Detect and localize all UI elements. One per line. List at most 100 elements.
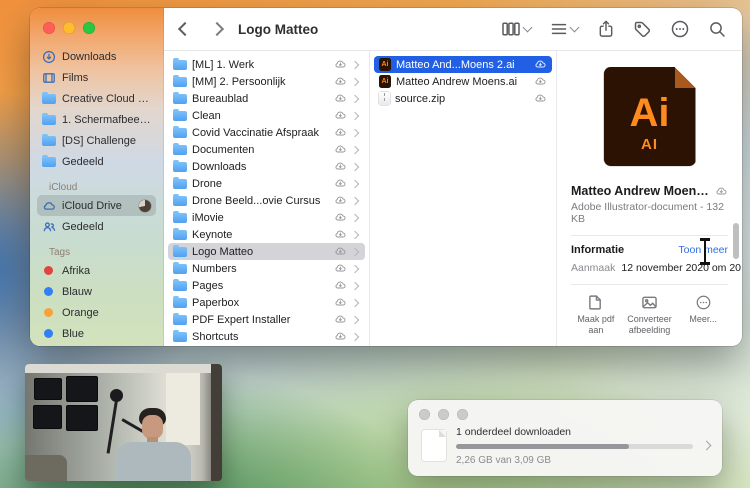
desktop: Downloads Films Creative Cloud Files 1. … (0, 0, 750, 488)
preview-file-name-row: Matteo Andrew Moens 2.ai (571, 184, 728, 198)
chevron-right-icon (350, 315, 360, 324)
folder-row[interactable]: PDF Expert Installer (168, 311, 365, 328)
folder-row[interactable]: Drone Beeld...ovie Cursus (168, 192, 365, 209)
folder-label: Drone Beeld...ovie Cursus (192, 194, 321, 207)
convert-image-button[interactable]: Converteer afbeelding (625, 295, 675, 336)
folder-row[interactable]: Shortcuts (168, 328, 365, 345)
folder-row[interactable]: Pages (168, 277, 365, 294)
sidebar-tag-orange[interactable]: Orange (37, 302, 156, 323)
sidebar-item-icloud-gedeeld[interactable]: Gedeeld (37, 216, 156, 237)
chevron-right-icon (350, 264, 360, 273)
cloud-download-icon (335, 315, 346, 323)
file-row[interactable]: source.zip (374, 90, 552, 107)
close-button[interactable] (43, 22, 55, 34)
folder-icon (173, 279, 187, 291)
quick-actions: Maak pdf aan Converteer afbeelding Meer.… (571, 287, 728, 338)
folder-row[interactable]: Numbers (168, 260, 365, 277)
chair (25, 455, 67, 481)
tag-dot-blue (44, 287, 53, 296)
chevron-right-icon (209, 21, 225, 37)
folder-row[interactable]: [MM] 2. Persoonlijk (168, 73, 365, 90)
window-title: Logo Matteo (238, 21, 319, 37)
folder-row[interactable]: Keynote (168, 226, 365, 243)
chevron-left-icon (177, 21, 193, 37)
more-options-button[interactable] (671, 20, 689, 38)
cloud-download-icon (335, 247, 346, 255)
ceiling (25, 364, 222, 373)
folder-row[interactable]: Bureaublad (168, 90, 365, 107)
preview-pane: Ai AI Matteo Andrew Moens 2.ai Adobe Ill… (557, 51, 742, 346)
cloud-download-icon (335, 94, 346, 102)
more-icon (696, 296, 711, 310)
tags-button[interactable] (634, 21, 651, 38)
folder-row-selected[interactable]: Logo Matteo (168, 243, 365, 260)
file-row-selected[interactable]: Ai Matteo And...Moens 2.ai (374, 56, 552, 73)
folder-label: Logo Matteo (192, 245, 254, 258)
created-label: Aanmaak (571, 262, 616, 275)
folder-icon (173, 160, 187, 172)
sidebar-item-schermafbeeldingen[interactable]: 1. Schermafbeeldi... (37, 109, 156, 130)
sidebar-section-icloud: iCloud (49, 182, 78, 193)
tag-label: Orange (62, 306, 99, 319)
column-view-icon (502, 22, 520, 36)
sidebar-item-creative-cloud-files[interactable]: Creative Cloud Files (37, 88, 156, 109)
zoom-button[interactable] (83, 22, 95, 34)
sidebar-tag-blauw[interactable]: Blauw (37, 281, 156, 302)
view-options-button[interactable] (502, 22, 533, 36)
preview-file-meta: Adobe Illustrator-document - 132 KB (571, 201, 724, 226)
search-button[interactable] (709, 21, 726, 38)
forward-button[interactable] (209, 21, 225, 37)
cloud-download-icon[interactable] (715, 186, 728, 197)
folder-row[interactable]: iMovie (168, 209, 365, 226)
scrollbar-thumb[interactable] (733, 223, 739, 259)
sidebar-tag-blue[interactable]: Blue (37, 323, 156, 344)
folder-row[interactable]: Paperbox (168, 294, 365, 311)
zoom-button[interactable] (457, 409, 468, 420)
folder-row[interactable]: Documenten (168, 141, 365, 158)
sidebar-item-label: Gedeeld (62, 220, 104, 233)
folder-label: [ML] 1. Werk (192, 58, 255, 71)
cloud-download-icon (535, 94, 546, 102)
sidebar-item-gedeeld[interactable]: Gedeeld (37, 151, 156, 172)
folder-row[interactable]: Downloads (168, 158, 365, 175)
sidebar-item-films[interactable]: Films (37, 67, 156, 88)
sidebar-item-downloads[interactable]: Downloads (37, 46, 156, 67)
chevron-right-icon (350, 77, 360, 86)
folder-icon (173, 143, 187, 155)
sidebar-favorites: Downloads Films Creative Cloud Files 1. … (30, 44, 163, 346)
folder-label: Pages (192, 279, 224, 292)
finder-sidebar: Downloads Films Creative Cloud Files 1. … (30, 8, 164, 346)
make-pdf-button[interactable]: Maak pdf aan (571, 295, 621, 336)
file-column: Ai Matteo And...Moens 2.ai Ai Matteo And… (370, 51, 557, 346)
minimize-button[interactable] (63, 22, 75, 34)
minimize-button[interactable] (438, 409, 449, 420)
sidebar-item-icloud-drive[interactable]: iCloud Drive (37, 195, 156, 216)
file-row[interactable]: Ai Matteo Andrew Moens.ai (374, 73, 552, 90)
folder-row[interactable]: Clean (168, 107, 365, 124)
folder-icon (173, 211, 187, 223)
sidebar-item-ds-challenge[interactable]: [DS] Challenge (37, 130, 156, 151)
folder-icon (173, 126, 187, 138)
chevron-right-icon (350, 230, 360, 239)
group-button[interactable] (551, 22, 580, 36)
folder-row[interactable]: Drone (168, 175, 365, 192)
more-actions-button[interactable]: Meer... (678, 295, 728, 336)
chevron-right-icon (350, 94, 360, 103)
folder-label: Numbers (192, 262, 237, 275)
chevron-right-icon (350, 179, 360, 188)
search-icon (710, 21, 725, 37)
share-button[interactable] (598, 20, 614, 38)
folder-label: Drone (192, 177, 222, 190)
cloud-download-icon (535, 77, 546, 85)
folded-corner (675, 67, 696, 88)
folder-icon (173, 313, 187, 325)
sidebar-tag-afrika[interactable]: Afrika (37, 260, 156, 281)
webcam-overlay (25, 364, 222, 481)
action-label: Converteer afbeelding (627, 314, 672, 336)
back-button[interactable] (177, 21, 193, 37)
folder-row[interactable]: Covid Vaccinatie Afspraak (168, 124, 365, 141)
chevron-right-icon[interactable] (701, 440, 712, 451)
folder-row[interactable]: [ML] 1. Werk (168, 56, 365, 73)
close-button[interactable] (419, 409, 430, 420)
download-window: 1 onderdeel downloaden 2,26 GB van 3,09 … (408, 400, 722, 476)
